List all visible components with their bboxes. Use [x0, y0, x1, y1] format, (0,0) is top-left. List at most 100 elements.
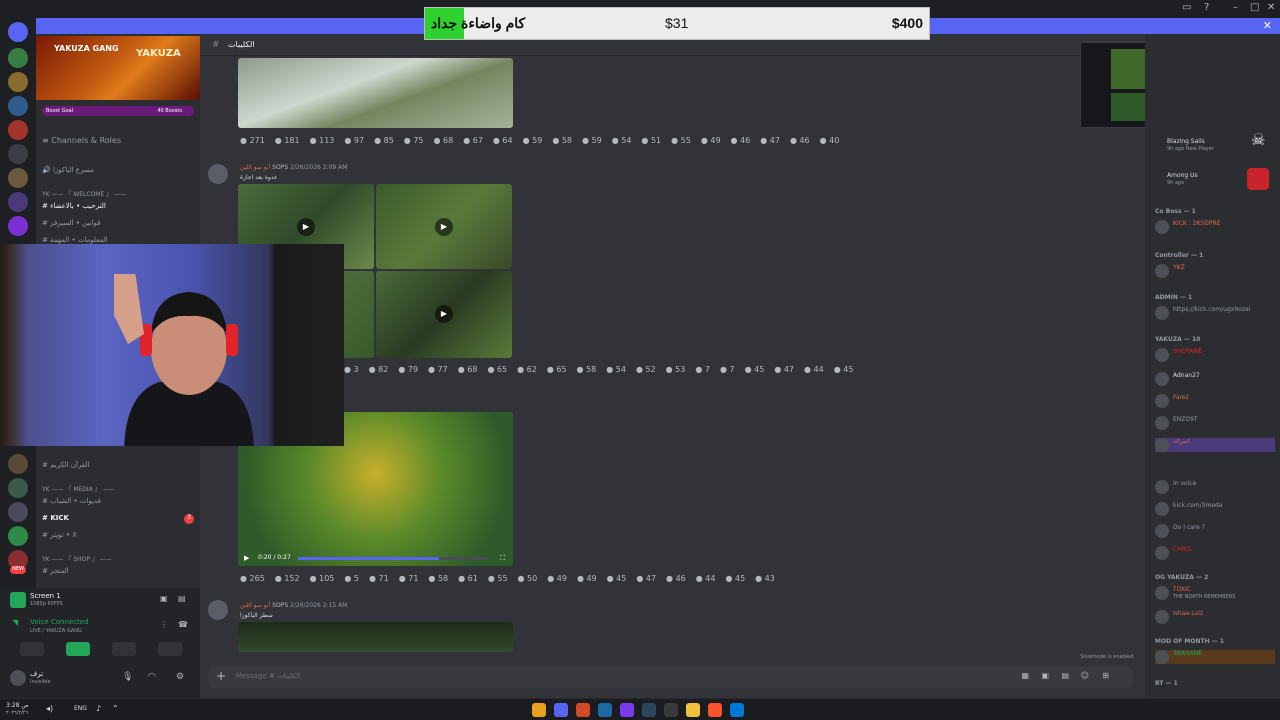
server-icon[interactable]: [8, 454, 28, 474]
reaction-chip[interactable]: ● 58: [552, 136, 572, 145]
server-icon[interactable]: [8, 48, 28, 68]
reaction-chip[interactable]: ● 64: [493, 136, 513, 145]
play-icon[interactable]: ▶: [297, 218, 315, 236]
server-banner[interactable]: YAKUZA GANG YAKUZA: [36, 36, 200, 100]
soundboard-button[interactable]: [158, 642, 182, 656]
reaction-chip[interactable]: ● 62: [517, 365, 537, 374]
reaction-chip[interactable]: ● 75: [404, 136, 424, 145]
add-attachment-icon[interactable]: +: [216, 669, 226, 683]
reaction-chip[interactable]: ● 181: [275, 136, 300, 145]
author-name[interactable]: أبو سو اللبن: [240, 602, 270, 609]
channel-item[interactable]: # المعلومات • المهمة: [42, 236, 108, 244]
server-icon[interactable]: [8, 96, 28, 116]
sticker-icon[interactable]: ▤: [1061, 671, 1069, 680]
avatar[interactable]: [10, 670, 26, 686]
stream-popout-icon[interactable]: ▤: [178, 594, 186, 603]
channel-item-kick[interactable]: # KICK: [42, 514, 69, 522]
play-icon[interactable]: ▶: [244, 554, 249, 562]
server-icon[interactable]: [8, 192, 28, 212]
reaction-chip[interactable]: ● 40: [820, 136, 840, 145]
reaction-chip[interactable]: ● 68: [458, 365, 478, 374]
activities-button[interactable]: [112, 642, 136, 656]
dismiss-notice-icon[interactable]: ✕: [1263, 19, 1272, 32]
reaction-chip[interactable]: ● 265: [240, 574, 265, 583]
reaction-chip[interactable]: ● 7: [695, 365, 710, 374]
reaction-chip[interactable]: ● 97: [344, 136, 364, 145]
gift-icon[interactable]: ▦: [1021, 671, 1029, 680]
calculator-icon[interactable]: [664, 703, 678, 717]
reaction-chip[interactable]: ● 67: [463, 136, 483, 145]
member-item[interactable]: 3BAHANE: [1155, 650, 1275, 664]
reaction-chip[interactable]: ● 45: [607, 574, 627, 583]
discord-icon[interactable]: [554, 703, 568, 717]
reaction-chip[interactable]: ● 79: [398, 365, 418, 374]
reaction-chip[interactable]: ● 46: [666, 574, 686, 583]
clip-thumbnail[interactable]: [238, 58, 513, 128]
play-icon[interactable]: ▶: [435, 218, 453, 236]
reaction-chip[interactable]: ● 71: [399, 574, 419, 583]
reaction-chip[interactable]: ● 51: [641, 136, 661, 145]
noise-suppression-icon[interactable]: ⋮: [160, 620, 168, 629]
channels-roles-link[interactable]: ≡ Channels & Roles: [42, 136, 121, 145]
headphones-icon[interactable]: ◠: [148, 672, 156, 682]
camera-off-button[interactable]: [20, 642, 44, 656]
reaction-chip[interactable]: ● 49: [547, 574, 567, 583]
channel-item[interactable]: # قوانين • السيرفر: [42, 219, 100, 227]
reaction-chip[interactable]: ● 43: [755, 574, 775, 583]
reaction-chip[interactable]: ● 45: [745, 365, 765, 374]
tray-expand-icon[interactable]: ⌃: [112, 704, 119, 713]
reaction-chip[interactable]: ● 58: [428, 574, 448, 583]
channel-item[interactable]: # تويتر • X: [42, 531, 77, 539]
steam-icon[interactable]: [598, 703, 612, 717]
avatar[interactable]: [208, 164, 228, 184]
maximize-icon[interactable]: □: [1250, 2, 1259, 13]
voice-status[interactable]: Voice Connected: [30, 618, 89, 626]
reaction-chip[interactable]: ● 53: [666, 365, 686, 374]
clip-thumbnail[interactable]: ▶: [376, 184, 512, 269]
chrome-icon[interactable]: [532, 703, 546, 717]
reaction-chip[interactable]: ● 49: [577, 574, 597, 583]
reaction-chip[interactable]: ● 46: [731, 136, 751, 145]
member-item[interactable]: اسراك: [1155, 438, 1275, 452]
server-icon[interactable]: [8, 72, 28, 92]
settings-gear-icon[interactable]: ⚙: [176, 672, 184, 682]
reaction-chip[interactable]: ● 271: [240, 136, 265, 145]
reaction-chip[interactable]: ● 85: [374, 136, 394, 145]
apps-icon[interactable]: ⊞: [1102, 671, 1109, 680]
boost-goal-bar[interactable]: Boost Goal 40 Boosts: [42, 106, 194, 116]
reaction-chip[interactable]: ● 71: [369, 574, 389, 583]
channel-item[interactable]: # المتجر: [42, 567, 69, 575]
reaction-chip[interactable]: ● 46: [790, 136, 810, 145]
brave-icon[interactable]: [708, 703, 722, 717]
obs-icon[interactable]: [576, 703, 590, 717]
steam-app-icon[interactable]: [642, 703, 656, 717]
channel-item[interactable]: 🔊 مسرع الياكوزا: [42, 166, 94, 174]
video-progress[interactable]: [298, 557, 488, 560]
windows-start-icon[interactable]: [730, 703, 744, 717]
reaction-chip[interactable]: ● 55: [671, 136, 691, 145]
close-window-icon[interactable]: ✕: [1267, 2, 1275, 13]
category-header[interactable]: YK —— 『 SHOP 』 ——: [42, 554, 112, 563]
channel-item[interactable]: # الترحيب • بالاعضاء: [42, 202, 106, 210]
server-icon[interactable]: [8, 478, 28, 498]
reaction-chip[interactable]: ● 61: [458, 574, 478, 583]
reaction-chip[interactable]: ● 105: [310, 574, 335, 583]
reaction-chip[interactable]: ● 49: [701, 136, 721, 145]
reaction-chip[interactable]: ● 65: [487, 365, 507, 374]
reaction-chip[interactable]: ● 65: [547, 365, 567, 374]
reaction-chip[interactable]: ● 7: [720, 365, 735, 374]
message-composer[interactable]: + Message # الكليبات ▦ ▣ ▤ ☺ ⊞: [208, 666, 1133, 688]
play-icon[interactable]: ▶: [435, 305, 453, 323]
app-icon[interactable]: [620, 703, 634, 717]
clip-thumbnail[interactable]: ▶: [376, 271, 512, 358]
reaction-chip[interactable]: ● 47: [760, 136, 780, 145]
channel-item[interactable]: # القرآن الكريم: [42, 461, 89, 469]
reaction-chip[interactable]: ● 54: [612, 136, 632, 145]
gif-icon[interactable]: ▣: [1041, 671, 1049, 680]
server-icon[interactable]: [8, 168, 28, 188]
reaction-chip[interactable]: ● 152: [275, 574, 300, 583]
reaction-chip[interactable]: ● 82: [369, 365, 389, 374]
reaction-chip[interactable]: ● 54: [606, 365, 626, 374]
clip-thumbnail[interactable]: [238, 622, 513, 652]
reaction-chip[interactable]: ● 59: [582, 136, 602, 145]
